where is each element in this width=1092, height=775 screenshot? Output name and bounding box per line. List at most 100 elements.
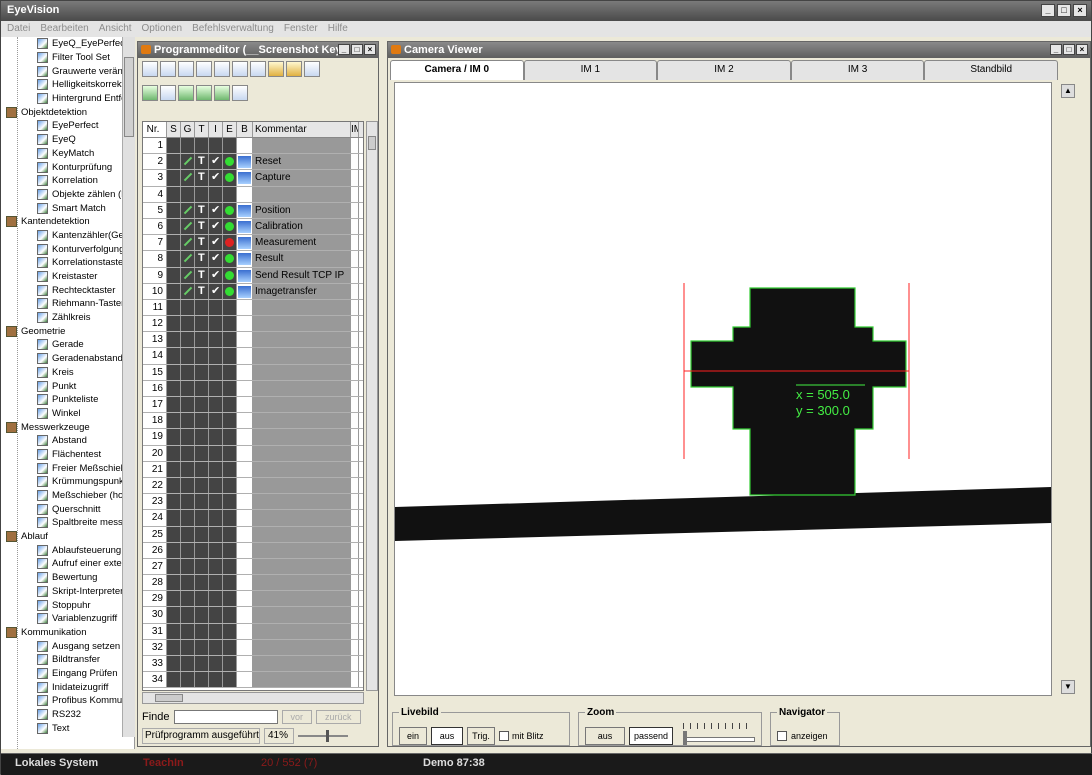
row-i-cell[interactable] xyxy=(209,591,223,607)
row-s-cell[interactable] xyxy=(167,154,181,170)
row-s-cell[interactable] xyxy=(167,494,181,510)
cut-icon[interactable] xyxy=(232,61,248,77)
row-g-cell[interactable] xyxy=(181,170,195,186)
row-comment[interactable] xyxy=(253,558,351,575)
row-g-cell[interactable] xyxy=(181,445,195,461)
tab-im1[interactable]: IM 1 xyxy=(523,60,658,80)
program-row[interactable]: 3 T ✔ Capture xyxy=(143,170,363,187)
row-i-cell[interactable] xyxy=(209,186,223,202)
trigger-button[interactable]: Trig. xyxy=(467,727,495,745)
row-i-cell[interactable]: ✔ xyxy=(209,267,223,283)
row-g-cell[interactable] xyxy=(181,283,195,299)
row-comment[interactable]: Result xyxy=(253,251,351,267)
col-s[interactable]: S xyxy=(167,122,181,137)
row-s-cell[interactable] xyxy=(167,218,181,235)
program-row[interactable]: 34 xyxy=(143,672,363,689)
tree-category[interactable]: Kommunikation xyxy=(1,626,134,640)
row-number[interactable]: 24 xyxy=(143,510,167,526)
program-row[interactable]: 9 T ✔ Send Result TCP IP xyxy=(143,267,363,284)
row-e-cell[interactable] xyxy=(223,494,237,510)
tree-item[interactable]: Kantenzähler(Gera xyxy=(1,229,134,243)
row-s-cell[interactable] xyxy=(167,170,181,186)
scroll-up-icon[interactable]: ▲ xyxy=(1061,84,1075,98)
program-table-hscroll[interactable] xyxy=(142,692,364,704)
row-b-cell[interactable] xyxy=(237,413,253,429)
row-number[interactable]: 31 xyxy=(143,623,167,639)
cv-close-button[interactable]: × xyxy=(1076,44,1088,55)
row-s-cell[interactable] xyxy=(167,138,181,154)
row-b-cell[interactable] xyxy=(237,251,253,267)
tree-item[interactable]: Smart Match xyxy=(1,201,134,215)
row-i-cell[interactable] xyxy=(209,413,223,429)
row-g-cell[interactable] xyxy=(181,672,195,688)
program-row[interactable]: 7 T ✔ Measurement xyxy=(143,235,363,252)
row-number[interactable]: 2 xyxy=(143,154,167,170)
row-t-cell[interactable] xyxy=(195,348,209,364)
row-s-cell[interactable] xyxy=(167,656,181,672)
row-g-cell[interactable] xyxy=(181,267,195,283)
col-kommentar[interactable]: Kommentar xyxy=(253,122,351,137)
row-g-cell[interactable] xyxy=(181,413,195,429)
minimize-button[interactable]: _ xyxy=(1041,4,1055,17)
row-t-cell[interactable]: T xyxy=(195,267,209,283)
row-number[interactable]: 5 xyxy=(143,202,167,218)
row-g-cell[interactable] xyxy=(181,623,195,639)
col-t[interactable]: T xyxy=(195,122,209,137)
tree-item[interactable]: Gerade xyxy=(1,338,134,352)
program-row[interactable]: 27 xyxy=(143,558,363,576)
row-g-cell[interactable] xyxy=(181,575,195,591)
tree-item[interactable]: EyePerfect xyxy=(1,119,134,133)
row-im-cell[interactable] xyxy=(351,413,359,429)
col-g[interactable]: G xyxy=(181,122,195,137)
row-im-cell[interactable] xyxy=(351,364,359,380)
row-g-cell[interactable] xyxy=(181,639,195,655)
row-b-cell[interactable] xyxy=(237,542,253,558)
row-number[interactable]: 15 xyxy=(143,364,167,380)
row-im-cell[interactable] xyxy=(351,526,359,542)
program-row[interactable]: 4 xyxy=(143,186,363,203)
program-row[interactable]: 24 xyxy=(143,510,363,527)
row-im-cell[interactable] xyxy=(351,348,359,364)
row-im-cell[interactable] xyxy=(351,656,359,672)
row-e-cell[interactable] xyxy=(223,235,237,251)
program-row[interactable]: 6 T ✔ Calibration xyxy=(143,218,363,236)
row-b-cell[interactable] xyxy=(237,494,253,510)
row-comment[interactable] xyxy=(253,542,351,558)
row-e-cell[interactable] xyxy=(223,397,237,413)
close-button[interactable]: × xyxy=(1073,4,1087,17)
row-t-cell[interactable] xyxy=(195,332,209,348)
row-number[interactable]: 3 xyxy=(143,170,167,186)
row-i-cell[interactable] xyxy=(209,672,223,688)
row-im-cell[interactable] xyxy=(351,235,359,251)
row-im-cell[interactable] xyxy=(351,299,359,316)
row-number[interactable]: 4 xyxy=(143,186,167,202)
row-im-cell[interactable] xyxy=(351,494,359,510)
tree-item[interactable]: Hintergrund Entfer xyxy=(1,92,134,106)
program-row[interactable]: 20 xyxy=(143,445,363,462)
tree-item[interactable]: Spaltbreite messe xyxy=(1,516,134,530)
row-g-cell[interactable] xyxy=(181,332,195,348)
row-comment[interactable] xyxy=(253,510,351,526)
tree-item[interactable]: Freier Meßschiebe xyxy=(1,461,134,475)
row-e-cell[interactable] xyxy=(223,429,237,445)
row-s-cell[interactable] xyxy=(167,332,181,348)
row-number[interactable]: 27 xyxy=(143,558,167,575)
tree-item[interactable]: Winkel xyxy=(1,407,134,421)
program-row[interactable]: 28 xyxy=(143,575,363,592)
row-number[interactable]: 8 xyxy=(143,251,167,267)
row-s-cell[interactable] xyxy=(167,299,181,316)
row-e-cell[interactable] xyxy=(223,558,237,575)
row-e-cell[interactable] xyxy=(223,591,237,607)
row-i-cell[interactable] xyxy=(209,299,223,316)
livebild-off-button[interactable]: aus xyxy=(431,727,463,745)
row-comment[interactable] xyxy=(253,575,351,591)
row-t-cell[interactable]: T xyxy=(195,218,209,235)
row-comment[interactable] xyxy=(253,461,351,477)
program-row[interactable]: 10 T ✔ Imagetransfer xyxy=(143,283,363,300)
row-g-cell[interactable] xyxy=(181,251,195,267)
row-comment[interactable]: Calibration xyxy=(253,218,351,235)
row-im-cell[interactable] xyxy=(351,575,359,591)
row-s-cell[interactable] xyxy=(167,348,181,364)
zoom-slider[interactable] xyxy=(683,723,755,747)
row-t-cell[interactable] xyxy=(195,656,209,672)
